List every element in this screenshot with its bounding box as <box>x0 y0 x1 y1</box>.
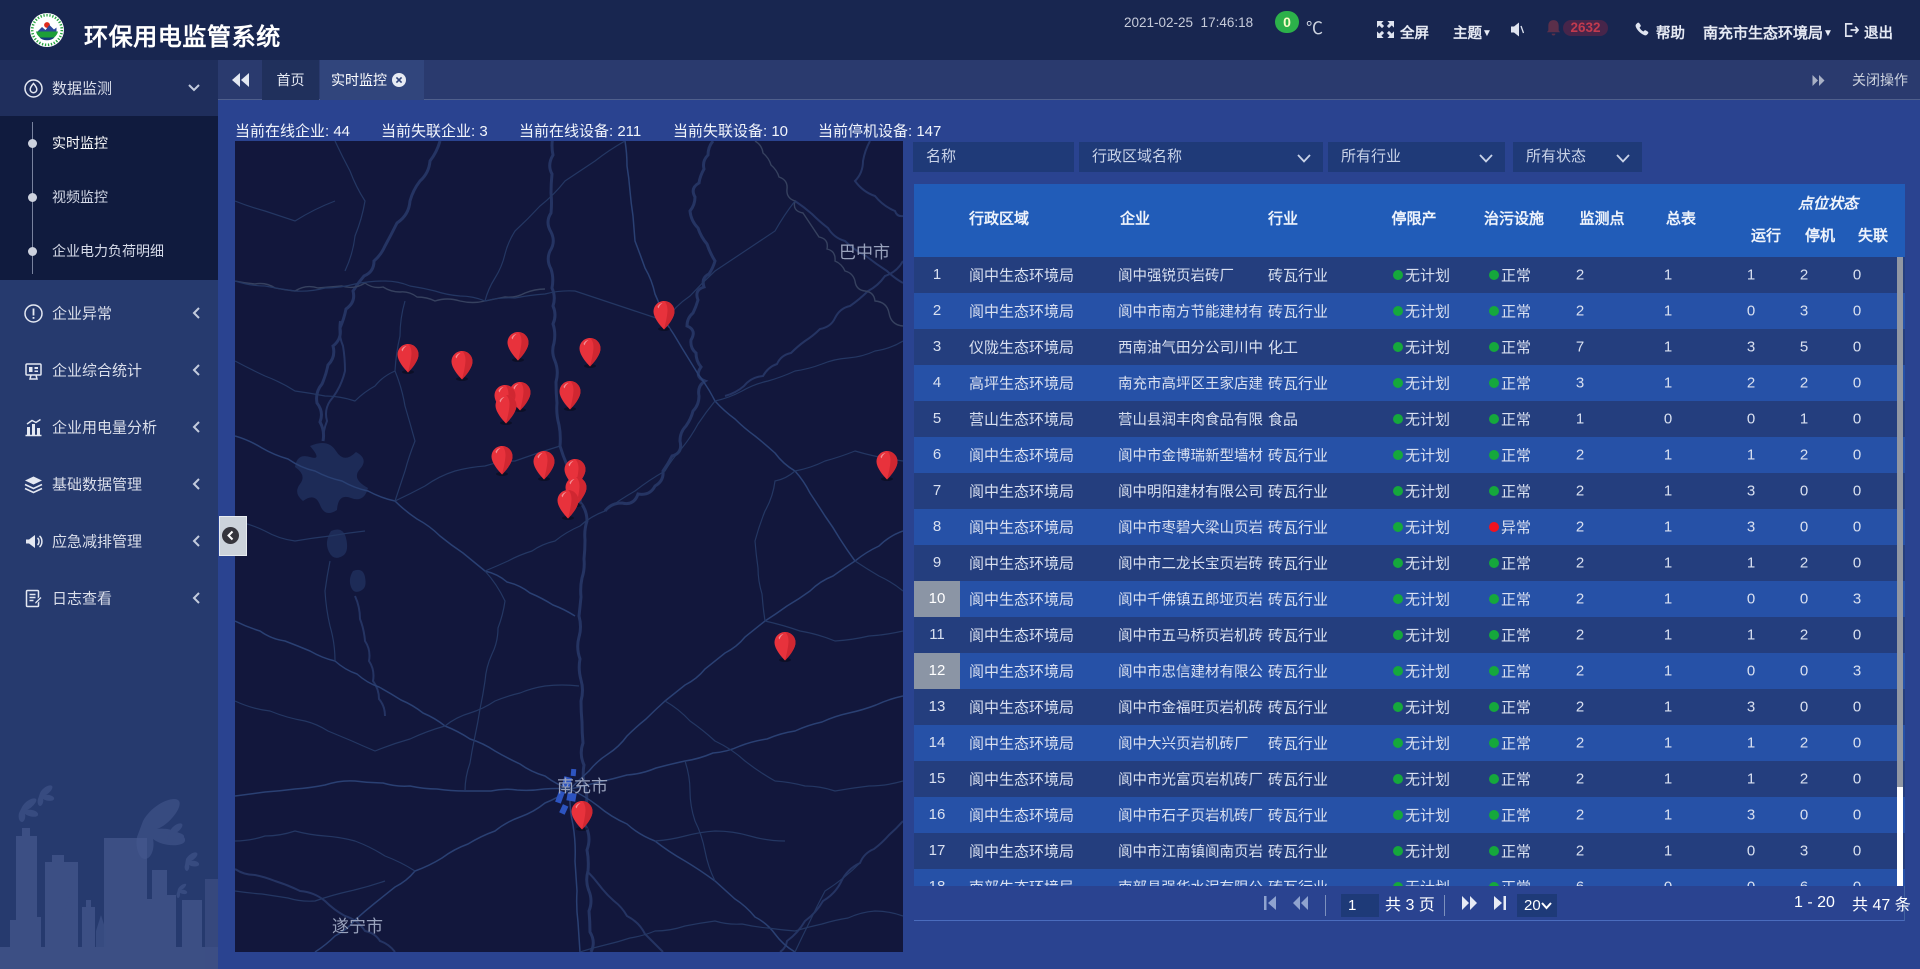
svg-text:巴中市: 巴中市 <box>839 243 890 262</box>
svg-text:南充市: 南充市 <box>557 777 608 796</box>
svg-text:遂宁市: 遂宁市 <box>332 917 383 936</box>
